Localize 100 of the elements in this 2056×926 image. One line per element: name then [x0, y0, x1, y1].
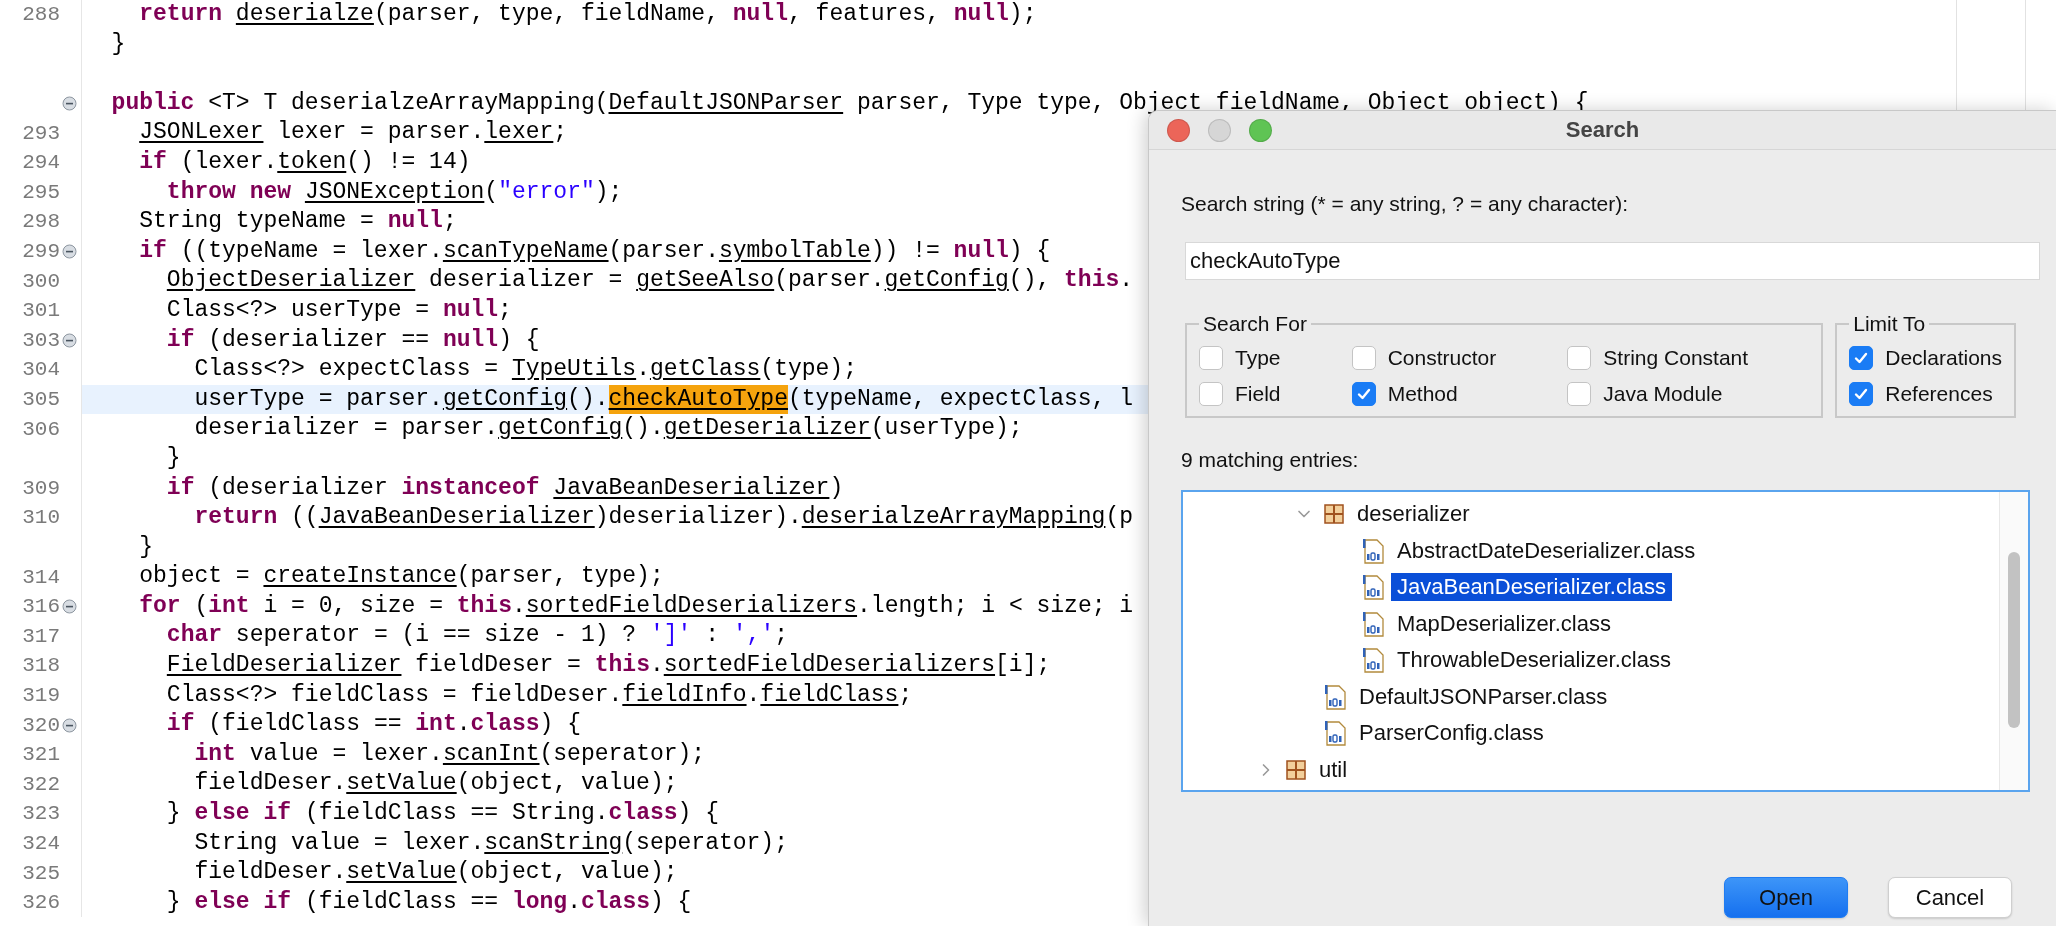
code-line: }	[138, 532, 154, 562]
scrollbar-thumb[interactable]	[2008, 552, 2020, 728]
line-number: 306	[22, 418, 60, 440]
tree-item[interactable]: ThrowableDeserializer.class	[1391, 646, 1677, 675]
checkbox-option[interactable]: Method	[1351, 382, 1558, 406]
checkbox-option[interactable]: Field	[1199, 382, 1342, 406]
line-number: 303	[22, 329, 60, 351]
code-line: if ((typeName = lexer.scanTypeName(parser.symbolTable)) != null) {	[138, 236, 1051, 266]
line-number: 305	[22, 389, 60, 410]
checkbox-option[interactable]: Java Module	[1567, 382, 1810, 406]
line-number: 304	[22, 359, 60, 381]
line-number: 318	[22, 655, 60, 677]
code-line: } else if (fieldClass == String.class) {	[165, 799, 719, 829]
group-title: Limit To	[1852, 312, 1927, 336]
line-number: 326	[22, 892, 60, 914]
line-number: 322	[22, 773, 60, 795]
code-line: throw new JSONException("error");	[165, 177, 623, 207]
checkbox[interactable]	[1199, 346, 1223, 370]
line-number: 300	[22, 270, 60, 292]
code-line: if (deserializer instanceof JavaBeanDeserializer)	[165, 473, 844, 503]
package-icon	[1323, 503, 1345, 526]
line-number: 288	[22, 4, 60, 26]
search-field[interactable]: checkAutoType	[1185, 242, 2040, 280]
line-number: 323	[22, 803, 60, 825]
code-line: }	[165, 443, 181, 473]
class-file-icon	[1361, 647, 1385, 674]
line-number: 317	[22, 625, 60, 647]
dialog-button[interactable]: Cancel	[1888, 877, 2012, 918]
tree-item[interactable]: JavaBeanDeserializer.class	[1391, 573, 1673, 602]
line-number: 298	[22, 211, 60, 233]
line-number: 319	[22, 684, 60, 706]
code-line: return ((JavaBeanDeserializer)deserializer).deserialzeArrayMapping(p	[193, 503, 1134, 533]
code-line: } else if (fieldClass == long.class) {	[165, 887, 692, 917]
checkbox[interactable]	[1567, 346, 1592, 370]
class-file-icon	[1361, 537, 1385, 564]
default-button[interactable]: Open	[1724, 877, 1848, 918]
line-number: 324	[22, 832, 60, 854]
close-icon[interactable]	[1167, 118, 1190, 142]
code-line: JSONLexer lexer = parser.lexer;	[138, 118, 568, 148]
line-number: 314	[22, 566, 60, 588]
checkbox[interactable]	[1849, 346, 1874, 370]
checkbox[interactable]	[1351, 346, 1376, 370]
line-number: 320	[22, 714, 60, 736]
code-line: String value = lexer.scanString(seperator);	[193, 828, 788, 858]
class-file-icon	[1323, 720, 1347, 747]
code-line: if (lexer.token() != 14)	[138, 147, 471, 177]
checkbox[interactable]	[1199, 382, 1223, 406]
code-line: userType = parser.getConfig().checkAutoType(typeName, expectClass, l	[82, 384, 1134, 415]
tree-item[interactable]: MapDeserializer.class	[1391, 609, 1617, 638]
line-number: 321	[22, 744, 60, 766]
checkbox-option[interactable]: String Constant	[1567, 346, 1810, 370]
code-line: String typeName = null;	[138, 207, 457, 237]
class-file-icon	[1323, 683, 1347, 710]
line-number: 299	[22, 241, 60, 263]
checkbox-option[interactable]: References	[1849, 382, 2002, 406]
code-line: Class<?> expectClass = TypeUtils.getClass(type);	[193, 355, 857, 385]
code-line: ObjectDeserializer deserializer = getSeeAlso(parser.getConfig(), this.	[165, 266, 1134, 296]
package-icon	[1285, 758, 1307, 781]
code-line: fieldDeser.setValue(object, value);	[193, 858, 678, 888]
tree-item[interactable]: util	[1313, 755, 1354, 784]
tree-item[interactable]: deserializer	[1351, 500, 1476, 529]
class-file-icon	[1361, 574, 1385, 601]
result-count: 9 matching entries:	[1181, 448, 1360, 472]
maximize-icon[interactable]	[1249, 118, 1272, 142]
tree-item[interactable]: AbstractDateDeserializer.class	[1391, 536, 1702, 565]
field-label: Search string (* = any string, ? = any character):	[1181, 192, 1630, 216]
tree-item[interactable]: ParserConfig.class	[1353, 719, 1550, 748]
collapse-icon[interactable]	[61, 332, 77, 348]
checkbox-option[interactable]: Constructor	[1351, 346, 1558, 370]
checkbox[interactable]	[1567, 382, 1592, 406]
code-line: fieldDeser.setValue(object, value);	[193, 769, 678, 799]
collapse-icon[interactable]	[61, 599, 77, 615]
scrollbar[interactable]	[1999, 492, 2028, 790]
code-line: int value = lexer.scanInt(seperator);	[193, 739, 706, 769]
code-line: FieldDeserializer fieldDeser = this.sortedFieldDeserializers[i];	[165, 651, 1051, 681]
checkbox-option[interactable]: Type	[1199, 346, 1342, 370]
checkbox-option[interactable]: Declarations	[1849, 346, 2002, 370]
code-line: if (deserializer == null) {	[165, 325, 540, 355]
line-number: 325	[22, 862, 60, 884]
checkbox[interactable]	[1351, 382, 1376, 406]
code-line: }	[110, 29, 126, 59]
checkbox[interactable]	[1849, 382, 1874, 406]
code-line: for (int i = 0, size = this.sortedFieldDeserializers.length; i < size; i	[138, 591, 1134, 621]
line-number: 310	[22, 507, 60, 529]
code-line: Class<?> fieldClass = fieldDeser.fieldInfo.fieldClass;	[165, 680, 913, 710]
code-line: return deserialze(parser, type, fieldName, null, features, null);	[138, 0, 1037, 29]
line-number: 316	[22, 596, 60, 618]
check-icon	[1853, 386, 1870, 402]
collapse-icon[interactable]	[61, 717, 77, 733]
code-line: object = createInstance(parser, type);	[138, 562, 664, 592]
tree-item[interactable]: DefaultJSONParser.class	[1353, 682, 1614, 711]
code-line: char seperator = (i == size - 1) ? ']' : ',';	[165, 621, 789, 651]
line-number: 295	[22, 181, 60, 203]
line-number: 301	[22, 300, 60, 322]
code-line: deserializer = parser.getConfig().getDeserializer(userType);	[193, 414, 1023, 444]
minimize-icon[interactable]	[1208, 118, 1231, 142]
collapse-icon[interactable]	[61, 244, 77, 260]
check-icon	[1355, 386, 1372, 402]
collapse-icon[interactable]	[61, 96, 77, 112]
group-title: Search For	[1202, 312, 1308, 336]
